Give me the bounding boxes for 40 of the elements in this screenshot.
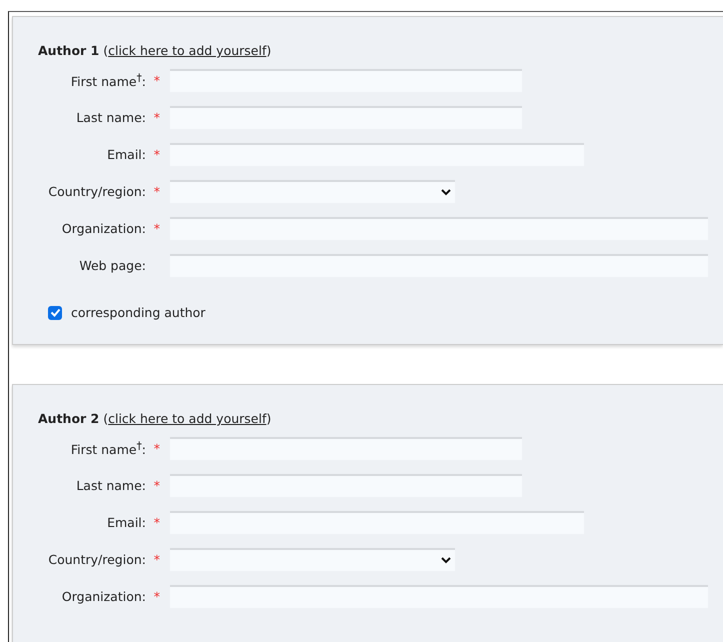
text-field[interactable] (170, 437, 522, 460)
text-field[interactable] (170, 143, 584, 166)
author-heading: Author 1 (click here to add yourself) (38, 43, 272, 59)
field-label: First name$^{†}$: (70, 440, 146, 458)
chevron-down-icon (441, 557, 451, 564)
required-mark: * (154, 221, 160, 236)
field-label: Country/region: (48, 552, 146, 567)
required-mark: * (154, 147, 160, 162)
text-field[interactable] (170, 511, 584, 534)
text-field[interactable] (170, 106, 522, 129)
add-yourself-link[interactable]: click here to add yourself (108, 411, 266, 426)
required-mark: * (154, 73, 160, 88)
required-mark: * (154, 441, 160, 456)
field-label: Web page: (79, 258, 146, 273)
author-heading: Author 2 (click here to add yourself) (38, 411, 272, 427)
field-label: Organization: (62, 589, 146, 604)
chevron-down-icon (441, 189, 451, 196)
text-field[interactable] (170, 254, 708, 277)
add-yourself-link[interactable]: click here to add yourself (108, 43, 266, 58)
required-mark: * (154, 552, 160, 567)
required-mark: * (154, 184, 160, 199)
text-field[interactable] (170, 474, 522, 497)
required-mark: * (154, 110, 160, 125)
field-label: Country/region: (48, 184, 146, 199)
country-select[interactable] (170, 180, 455, 203)
text-field[interactable] (170, 217, 708, 240)
required-mark: * (154, 589, 160, 604)
required-mark: * (154, 515, 160, 530)
field-label: Organization: (62, 221, 146, 236)
required-mark: * (154, 478, 160, 493)
field-label: Email: (107, 515, 146, 530)
text-field[interactable] (170, 585, 708, 608)
checkbox[interactable] (48, 306, 62, 320)
field-label: First name$^{†}$: (70, 72, 146, 90)
field-label: Last name: (76, 110, 146, 125)
field-label: Email: (107, 147, 146, 162)
country-select[interactable] (170, 548, 455, 571)
checkbox-label: corresponding author (71, 305, 206, 320)
text-field[interactable] (170, 69, 522, 92)
field-label: Last name: (76, 478, 146, 493)
